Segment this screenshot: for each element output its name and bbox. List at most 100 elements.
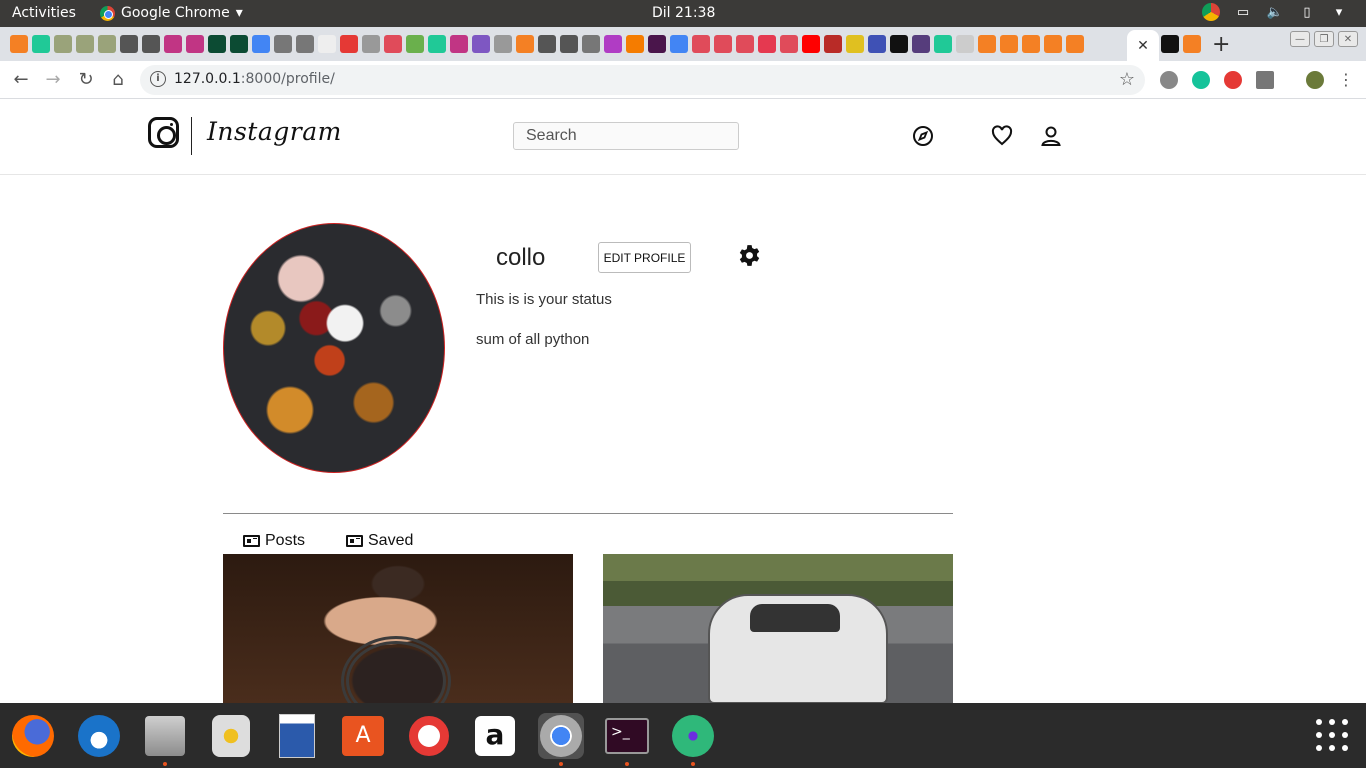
terminal-icon[interactable]: >_ [604,713,650,759]
palm-tab-icon[interactable] [76,35,94,53]
site-tab-icon[interactable] [32,35,50,53]
stackoverflow-tab-icon[interactable] [1066,35,1084,53]
home-icon[interactable]: ⌂ [107,69,129,90]
instagram-tab-icon[interactable] [450,35,468,53]
battery-icon[interactable]: ▯ [1298,3,1316,21]
mdb-tab-icon[interactable] [868,35,886,53]
libreoffice-writer-icon[interactable] [274,713,320,759]
site-tab-icon[interactable] [296,35,314,53]
extension-icon[interactable] [1160,70,1178,89]
maximize-icon[interactable]: ❐ [1314,31,1334,47]
site-tab-icon[interactable] [274,35,292,53]
site-tab-icon[interactable] [494,35,512,53]
site-tab-icon[interactable] [428,35,446,53]
book-tab-icon[interactable] [142,35,160,53]
bootstrap-tab-icon[interactable] [912,35,930,53]
stackoverflow-tab-icon[interactable] [978,35,996,53]
pinned-tabs[interactable] [10,35,1084,53]
amazon-icon[interactable]: a [472,713,518,759]
instagram-wordmark[interactable]: Instagram [207,117,342,146]
profile-avatar[interactable] [1306,70,1324,89]
firefox-icon[interactable] [10,713,56,759]
close-icon[interactable]: ✕ [1338,31,1358,47]
atom-icon[interactable] [670,713,716,759]
stackoverflow-tab-icon[interactable] [1183,35,1201,53]
user-profile-icon[interactable] [1039,124,1063,148]
site-info-icon[interactable]: i [150,71,166,87]
github-tab-icon[interactable] [890,35,908,53]
book-tab-icon[interactable] [560,35,578,53]
software-center-icon[interactable]: A [340,713,386,759]
google-tab-icon[interactable] [252,35,270,53]
rhythmbox-icon[interactable] [208,713,254,759]
book-tab-icon[interactable] [120,35,138,53]
youtube-tab-icon[interactable] [802,35,820,53]
site-tab-icon[interactable] [604,35,622,53]
chevron-down-icon[interactable]: ▾ [1330,3,1348,21]
stackoverflow-tab-icon[interactable] [1022,35,1040,53]
app-menu[interactable]: Google Chrome ▾ [100,5,243,21]
palm-tab-icon[interactable] [54,35,72,53]
explore-compass-icon[interactable] [911,124,935,148]
search-input[interactable] [513,122,739,150]
quora-tab-icon[interactable] [824,35,842,53]
chrome-tray-icon[interactable] [1202,3,1220,21]
active-tab-close[interactable]: ✕ [1127,30,1159,61]
reload-icon[interactable]: ↻ [75,69,97,90]
slack-tab-icon[interactable] [648,35,666,53]
palm-tab-icon[interactable] [98,35,116,53]
new-tab-icon[interactable]: + [1212,32,1230,57]
site-tab-icon[interactable] [384,35,402,53]
chrome-dock-icon[interactable] [538,713,584,759]
instagram-tab-icon[interactable] [186,35,204,53]
tab-saved[interactable]: Saved [346,532,413,550]
bookmark-star-icon[interactable]: ☆ [1119,69,1135,90]
stackoverflow-tab-icon[interactable] [1000,35,1018,53]
profile-avatar-image[interactable] [223,223,445,473]
google-tab-icon[interactable] [670,35,688,53]
instagram-tab-icon[interactable] [164,35,182,53]
site-tab-icon[interactable] [406,35,424,53]
ejs-tab-icon[interactable] [846,35,864,53]
site-tab-icon[interactable] [626,35,644,53]
files-icon[interactable] [142,713,188,759]
show-applications-icon[interactable] [1316,719,1350,753]
close-icon[interactable]: ✕ [1137,38,1149,54]
gear-icon[interactable] [737,243,762,268]
clock[interactable]: Dil 21:38 [652,5,715,21]
tab-posts[interactable]: Posts [243,532,305,550]
site-tab-icon[interactable] [362,35,380,53]
url-text[interactable]: 127.0.0.1:8000/profile/ [174,71,335,87]
star-tab-icon[interactable] [340,35,358,53]
instagram-logo-icon[interactable] [148,117,179,148]
minimize-icon[interactable]: — [1290,31,1310,47]
stackoverflow-tab-icon[interactable] [10,35,28,53]
stackoverflow-tab-icon[interactable] [516,35,534,53]
vue-devtools-icon[interactable] [1256,70,1274,89]
address-bar[interactable]: i 127.0.0.1:8000/profile/ ☆ [140,65,1145,95]
blank-tab-icon[interactable] [318,35,336,53]
book-tab-icon[interactable] [538,35,556,53]
site-tab-icon[interactable] [582,35,600,53]
activities-button[interactable]: Activities [12,5,76,21]
site-tab-icon[interactable] [736,35,754,53]
back-icon[interactable]: ← [10,69,32,90]
heart-icon[interactable] [990,124,1014,148]
grammarly-icon[interactable] [1192,70,1210,89]
stackoverflow-tab-icon[interactable] [1044,35,1062,53]
thunderbird-icon[interactable] [76,713,122,759]
volume-icon[interactable]: 🔈 [1266,3,1284,21]
system-tray[interactable]: ▭ 🔈 ▯ ▾ [1202,3,1348,21]
edit-profile-button[interactable]: EDIT PROFILE [598,242,691,273]
site-tab-icon[interactable] [692,35,710,53]
site-tab-icon[interactable] [714,35,732,53]
github-tab-icon[interactable] [1161,35,1179,53]
site-tab-icon[interactable] [780,35,798,53]
menu-icon[interactable]: ⋮ [1338,70,1354,89]
site-tab-icon[interactable] [934,35,952,53]
extension-icon[interactable] [1224,70,1242,89]
site-tab-icon[interactable] [956,35,974,53]
site-tab-icon[interactable] [472,35,490,53]
forward-icon[interactable]: → [42,69,64,90]
site-tab-icon[interactable] [758,35,776,53]
